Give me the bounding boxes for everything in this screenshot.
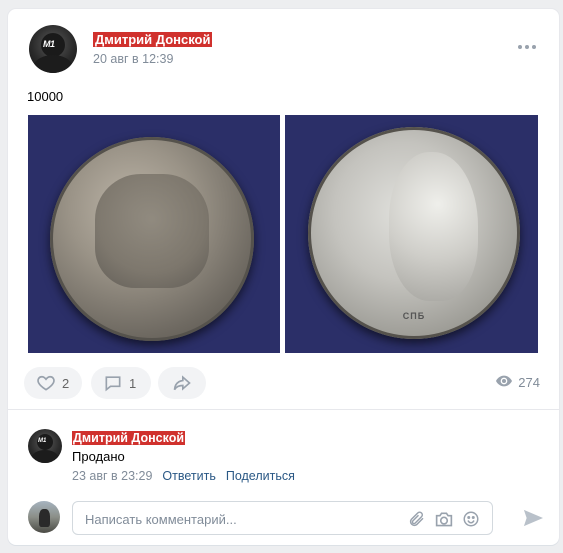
send-icon[interactable] (522, 508, 543, 528)
comment-text: Продано (72, 449, 125, 464)
post-actions: 2 1 274 (24, 367, 540, 399)
avatar-logo: M1 (38, 438, 47, 444)
photo-grid: СПБ (28, 115, 539, 353)
share-button[interactable] (158, 367, 206, 399)
more-dots-icon[interactable] (515, 39, 539, 55)
current-user-avatar[interactable] (28, 501, 60, 533)
like-button[interactable]: 2 (24, 367, 82, 399)
photo-coin-reverse[interactable] (28, 115, 280, 353)
divider (8, 409, 559, 410)
post-text: 10000 (27, 89, 64, 104)
comment-author-avatar[interactable]: M1 (28, 429, 62, 463)
share-arrow-icon (171, 373, 193, 393)
comment-item: M1 Дмитрий Донской Продано 23 авг в 23:2… (28, 429, 538, 489)
eye-icon (496, 375, 513, 390)
photo-coin-obverse[interactable]: СПБ (285, 115, 538, 353)
share-link[interactable]: Поделиться (226, 469, 295, 483)
comment-icon (103, 373, 123, 393)
coin-image (50, 137, 254, 341)
comment-date[interactable]: 23 авг в 23:29 (72, 469, 152, 483)
heart-icon (36, 373, 56, 393)
post-date[interactable]: 20 авг в 12:39 (93, 52, 173, 66)
reply-row (28, 500, 548, 536)
paperclip-icon[interactable] (408, 510, 426, 528)
comment-input[interactable] (85, 510, 385, 528)
coin-portrait-shape (388, 152, 478, 301)
post-header: M1 Дмитрий Донской 20 авг в 12:39 (29, 25, 539, 75)
avatar-shoulders-shape (33, 55, 73, 73)
avatar-shoulders-shape (31, 450, 59, 463)
coin-eagle-shape (94, 173, 210, 288)
coin-image: СПБ (308, 127, 520, 339)
comment-meta: 23 авг в 23:29 Ответить Поделиться (72, 469, 295, 483)
comment-input-box (72, 501, 493, 535)
avatar-figure-shape (39, 509, 50, 527)
like-count: 2 (62, 375, 70, 391)
smile-icon[interactable] (462, 510, 480, 528)
reply-link[interactable]: Ответить (162, 469, 215, 483)
camera-icon[interactable] (434, 510, 453, 528)
post-author-name[interactable]: Дмитрий Донской (93, 32, 213, 47)
comment-author-name[interactable]: Дмитрий Донской (72, 431, 186, 445)
comment-count: 1 (129, 375, 137, 391)
views-count: 274 (518, 375, 540, 390)
views-counter: 274 (496, 375, 540, 390)
coin-mint-mark: СПБ (402, 311, 426, 321)
post-card: M1 Дмитрий Донской 20 авг в 12:39 10000 … (8, 9, 559, 545)
comment-button[interactable]: 1 (91, 367, 151, 399)
author-avatar[interactable]: M1 (29, 25, 77, 73)
avatar-logo: M1 (43, 39, 55, 49)
